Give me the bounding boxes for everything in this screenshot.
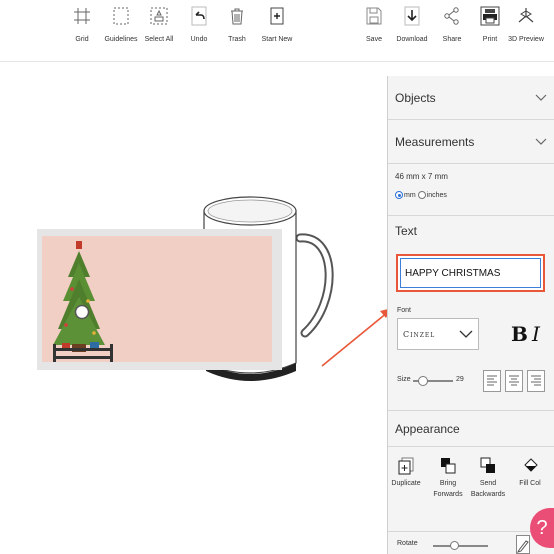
fill-color-button[interactable]: Fill Col	[510, 457, 550, 489]
font-select-value: Cinzel	[403, 329, 436, 339]
chevron-down-icon	[535, 94, 547, 101]
guidelines-icon	[113, 7, 129, 25]
appearance-section-title: Appearance	[388, 411, 554, 447]
measurements-section-header[interactable]: Measurements	[388, 120, 554, 164]
3d-preview-icon	[518, 8, 534, 23]
unit-inches-label: inches	[426, 191, 447, 199]
chevron-down-icon	[459, 330, 473, 338]
send-backwards-button[interactable]: Send Backwards	[468, 457, 508, 500]
send-backwards-icon	[480, 457, 495, 473]
size-value: 29	[456, 376, 464, 383]
share-icon	[444, 7, 459, 25]
unit-selector: mm inches	[395, 191, 547, 199]
3d-preview-button[interactable]: 3D Preview	[498, 6, 554, 43]
font-label: Font	[397, 307, 412, 314]
font-select[interactable]: Cinzel	[397, 318, 479, 350]
dimensions-readout: 46 mm x 7 mm	[395, 172, 448, 181]
align-left-icon	[487, 375, 497, 386]
align-right-icon	[531, 375, 541, 386]
mug-preview	[37, 196, 334, 381]
objects-label: Objects	[395, 90, 436, 105]
print-icon	[480, 6, 500, 26]
save-icon	[366, 7, 382, 25]
3d-preview-label: 3D Preview	[508, 36, 544, 43]
bring-forwards-icon	[441, 458, 456, 474]
design-canvas[interactable]	[0, 63, 388, 554]
start-new-icon	[270, 7, 284, 25]
grid-icon	[74, 8, 90, 24]
duplicate-icon	[398, 457, 414, 475]
rotate-slider-thumb[interactable]	[450, 541, 459, 550]
download-icon	[404, 6, 420, 26]
bring-forwards-button[interactable]: Bring Forwards	[428, 457, 468, 500]
text-section-title: Text	[395, 224, 418, 238]
measurements-label: Measurements	[395, 134, 475, 149]
start-new-label: Start New	[261, 36, 293, 43]
appearance-actions: Duplicate Bring Forwards Send Backwards …	[388, 447, 554, 531]
start-new-button[interactable]: Start New	[249, 6, 305, 43]
properties-panel: Objects Measurements 46 mm x 7 mm mm inc…	[387, 76, 554, 554]
align-center-button[interactable]	[505, 370, 523, 392]
select-all-icon	[150, 7, 168, 25]
chevron-down-icon	[535, 138, 547, 145]
bring-forwards-label: Bring Forwards	[433, 480, 463, 498]
rotate-slider-track[interactable]	[433, 545, 488, 547]
duplicate-label: Duplicate	[391, 480, 421, 487]
undo-icon	[191, 6, 207, 26]
text-section: Text Font Cinzel B I Size 29	[388, 216, 554, 411]
align-left-button[interactable]	[483, 370, 501, 392]
trash-icon	[231, 8, 243, 25]
align-center-icon	[509, 375, 519, 386]
unit-inches-radio[interactable]	[417, 191, 426, 199]
italic-button[interactable]: I	[532, 322, 540, 346]
size-label: Size	[397, 376, 411, 383]
measurements-content: 46 mm x 7 mm mm inches	[388, 164, 554, 216]
unit-mm-radio[interactable]	[395, 191, 403, 199]
text-input-highlight	[396, 254, 545, 292]
top-toolbar: Grid Guidelines Select All Undo Trash St…	[0, 0, 554, 62]
edit-pen-button[interactable]	[516, 535, 530, 554]
unit-mm-label: mm	[404, 191, 416, 199]
text-input[interactable]	[400, 258, 541, 288]
size-slider-thumb[interactable]	[418, 376, 428, 386]
bold-button[interactable]: B	[511, 322, 528, 346]
fill-color-icon	[524, 458, 538, 472]
duplicate-button[interactable]: Duplicate	[386, 457, 426, 489]
objects-section-header[interactable]: Objects	[388, 76, 554, 120]
pen-icon	[517, 540, 529, 553]
send-backwards-label: Send Backwards	[470, 480, 506, 498]
fill-color-label: Fill Col	[519, 480, 541, 487]
align-right-button[interactable]	[527, 370, 545, 392]
rotate-label: Rotate	[397, 540, 418, 547]
